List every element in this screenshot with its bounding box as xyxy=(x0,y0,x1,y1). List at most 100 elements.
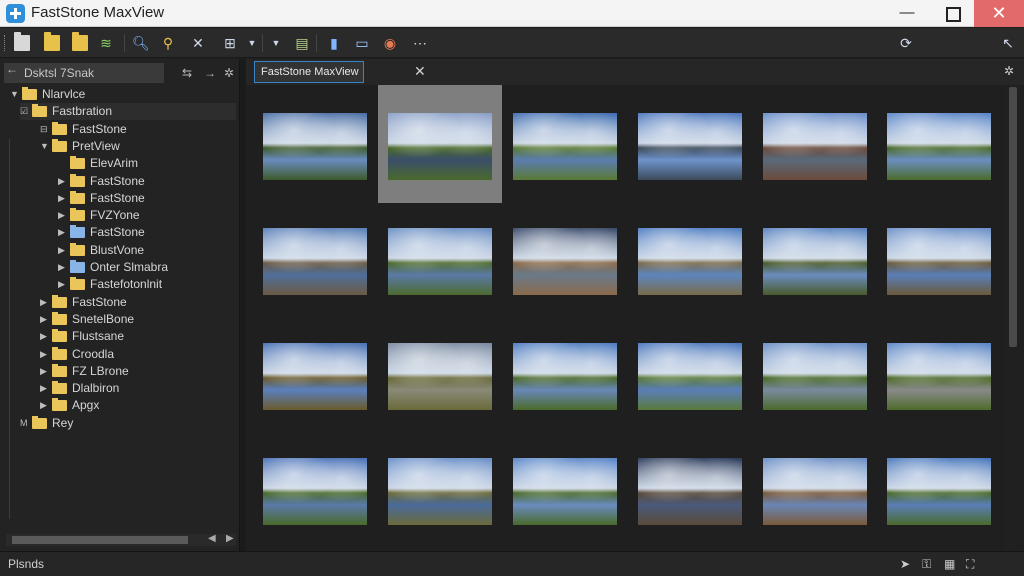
landscape-photo-thumbnail[interactable] xyxy=(513,458,617,525)
expand-toggle-icon[interactable]: ▶ xyxy=(58,242,68,259)
thumbnail-vscrollbar[interactable] xyxy=(1004,85,1022,551)
expand-toggle-icon[interactable]: ▶ xyxy=(58,224,68,241)
landscape-photo-thumbnail[interactable] xyxy=(763,343,867,410)
path-field[interactable]: Dsktsl 7Snak xyxy=(4,63,164,83)
maximize-button[interactable] xyxy=(929,0,975,27)
tree-item[interactable]: ☑ Fastbration xyxy=(20,103,236,121)
landscape-photo-thumbnail[interactable] xyxy=(638,113,742,180)
landscape-photo-thumbnail[interactable] xyxy=(388,113,492,180)
thumbnail-item[interactable] xyxy=(877,85,1001,203)
landscape-photo-thumbnail[interactable] xyxy=(763,113,867,180)
expand-toggle-icon[interactable]: M xyxy=(20,415,30,432)
expand-toggle-icon[interactable]: ▶ xyxy=(58,173,68,190)
tree-item[interactable]: ▶ Onter Slmabra xyxy=(58,259,236,276)
print-icon[interactable]: ▭ xyxy=(354,35,370,51)
expand-toggle-icon[interactable]: ▶ xyxy=(40,346,50,363)
landscape-photo-thumbnail[interactable] xyxy=(763,458,867,525)
tree-item[interactable]: ▶ FastStone xyxy=(58,224,236,241)
thumbnail-item[interactable] xyxy=(877,200,1001,318)
tree-item[interactable]: ▶ BlustVone xyxy=(58,242,236,259)
refresh-icon[interactable]: ⟳ xyxy=(898,35,914,51)
history-icon[interactable]: ⇆ xyxy=(182,66,192,80)
thumbnail-item[interactable] xyxy=(378,430,502,548)
forward-arrow-icon[interactable]: → xyxy=(204,66,216,80)
expand-toggle-icon[interactable]: ▶ xyxy=(40,328,50,345)
tree-item[interactable]: ▼ Nlarvlce xyxy=(10,86,236,103)
thumbnail-item[interactable] xyxy=(378,200,502,318)
landscape-photo-thumbnail[interactable] xyxy=(638,458,742,525)
tree-item[interactable]: ▶ Apgx xyxy=(40,397,236,414)
dropdown-icon[interactable]: ▼ xyxy=(244,35,260,51)
search-icon[interactable]: ⚲ xyxy=(160,35,176,51)
thumbnail-item[interactable] xyxy=(877,315,1001,433)
folder-hscrollbar[interactable]: ◀ ▶ xyxy=(6,533,236,546)
tree-item[interactable]: ⊟ FastStone xyxy=(40,121,236,138)
expand-toggle-icon[interactable]: ▼ xyxy=(40,138,50,155)
landscape-photo-thumbnail[interactable] xyxy=(263,458,367,525)
expand-toggle-icon[interactable]: ⊟ xyxy=(40,121,50,138)
landscape-photo-thumbnail[interactable] xyxy=(263,113,367,180)
close-icon[interactable]: ✕ xyxy=(190,35,206,51)
tree-item[interactable]: ▶ FZ LBrone xyxy=(40,363,236,380)
thumbnail-item[interactable] xyxy=(253,430,377,548)
expand-toggle-icon[interactable]: ▶ xyxy=(58,190,68,207)
tree-item[interactable]: M Rey xyxy=(20,415,236,432)
bookmark-icon[interactable]: ▮ xyxy=(326,35,342,51)
lock-icon[interactable]: ⚿ xyxy=(922,557,931,572)
sort-icon[interactable]: ▼ xyxy=(268,35,284,51)
tree-item[interactable]: ▶ Fastefotonlnit xyxy=(58,276,236,293)
cursor-icon[interactable]: ➤ xyxy=(900,557,910,571)
fit-icon[interactable]: ⛶ xyxy=(966,557,974,572)
expand-toggle-icon[interactable]: ▶ xyxy=(40,380,50,397)
expand-toggle-icon[interactable]: ▶ xyxy=(40,311,50,328)
thumbnail-item[interactable] xyxy=(503,85,627,203)
settings-icon[interactable]: ✲ xyxy=(224,66,234,80)
grid-view-icon[interactable]: ▦ xyxy=(944,557,955,571)
expand-toggle-icon[interactable]: ▶ xyxy=(40,294,50,311)
thumbnail-item[interactable] xyxy=(253,200,377,318)
tree-item[interactable]: ▶ Flustsane xyxy=(40,328,236,345)
tree-item[interactable]: ElevArim xyxy=(58,155,236,172)
thumbnail-item[interactable] xyxy=(253,85,377,203)
back-arrow-icon[interactable]: ← xyxy=(6,62,18,76)
expand-toggle-icon[interactable]: ▶ xyxy=(40,363,50,380)
thumbnail-item[interactable] xyxy=(628,430,752,548)
landscape-photo-thumbnail[interactable] xyxy=(263,343,367,410)
grid-icon[interactable]: ⊞ xyxy=(222,35,238,51)
open-folder-icon[interactable] xyxy=(44,32,60,51)
landscape-photo-thumbnail[interactable] xyxy=(638,343,742,410)
scroll-right-icon[interactable]: ▶ xyxy=(226,533,234,544)
thumbnail-item[interactable] xyxy=(628,200,752,318)
expand-toggle-icon[interactable]: ▶ xyxy=(40,397,50,414)
landscape-photo-thumbnail[interactable] xyxy=(887,343,991,410)
gear-icon[interactable]: ✲ xyxy=(1004,64,1014,78)
tree-item[interactable]: ▶ FastStone xyxy=(40,294,236,311)
web-icon[interactable]: ◉ xyxy=(382,35,398,51)
thumbnail-item[interactable] xyxy=(877,430,1001,548)
landscape-photo-thumbnail[interactable] xyxy=(513,228,617,295)
landscape-photo-thumbnail[interactable] xyxy=(763,228,867,295)
thumbnail-item[interactable] xyxy=(753,85,877,203)
landscape-photo-thumbnail[interactable] xyxy=(638,228,742,295)
thumbnail-item[interactable] xyxy=(628,85,752,203)
open-file-icon[interactable] xyxy=(14,32,30,51)
arrow-icon[interactable]: ↖ xyxy=(1000,35,1016,51)
tree-item[interactable]: ▶ SnetelBone xyxy=(40,311,236,328)
expand-toggle-icon[interactable]: ▶ xyxy=(58,276,68,293)
thumbnail-item[interactable] xyxy=(503,200,627,318)
thumbnail-item[interactable] xyxy=(378,315,502,433)
tree-item[interactable]: ▼ PretView xyxy=(40,138,236,155)
folder-icon[interactable] xyxy=(72,32,88,51)
landscape-photo-thumbnail[interactable] xyxy=(388,458,492,525)
tab-faststone-maxview[interactable]: FastStone MaxView xyxy=(254,61,364,83)
landscape-photo-thumbnail[interactable] xyxy=(388,228,492,295)
tree-item[interactable]: ▶ FastStone xyxy=(58,173,236,190)
landscape-photo-thumbnail[interactable] xyxy=(887,228,991,295)
tab-close-icon[interactable]: ✕ xyxy=(414,63,426,80)
thumbnail-item[interactable] xyxy=(753,200,877,318)
thumbnail-item[interactable] xyxy=(753,315,877,433)
expand-toggle-icon[interactable]: ☑ xyxy=(20,103,30,120)
landscape-photo-thumbnail[interactable] xyxy=(513,343,617,410)
close-window-button[interactable]: ✕ xyxy=(974,0,1024,27)
landscape-photo-thumbnail[interactable] xyxy=(887,458,991,525)
